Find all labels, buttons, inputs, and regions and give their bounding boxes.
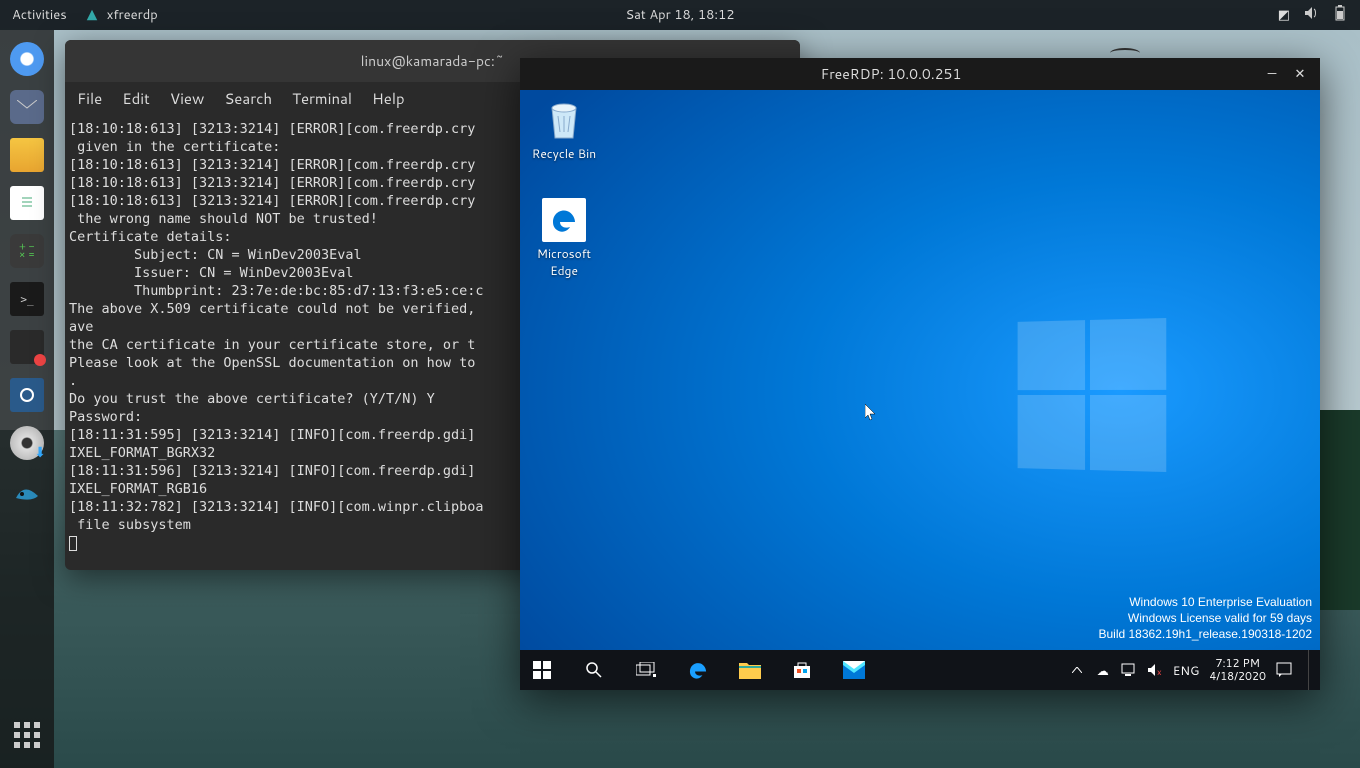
svg-text:x: x [1157, 665, 1162, 677]
dock-chromium-icon[interactable] [10, 42, 44, 76]
menu-file[interactable]: File [77, 88, 102, 109]
tray-onedrive-icon[interactable]: ☁ [1095, 662, 1111, 678]
accessibility-icon[interactable]: ◩ [1278, 6, 1290, 24]
app-menu[interactable]: xfreerdp [85, 6, 158, 24]
freerdp-titlebar[interactable]: FreeRDP: 10.0.0.251 — ✕ [520, 58, 1320, 90]
menu-search[interactable]: Search [224, 88, 272, 109]
recycle-bin-icon [542, 98, 586, 142]
dock-calculator-icon[interactable]: + −× = [10, 234, 44, 268]
topbar-clock[interactable]: Sat Apr 18, 18:12 [625, 6, 734, 24]
gnome-dock: + −× = >_ ⬇ [0, 30, 54, 768]
dock-settings-icon[interactable] [10, 330, 44, 364]
terminal-cursor [69, 536, 77, 551]
terminal-output: [18:10:18:613] [3213:3214] [ERROR][com.f… [69, 121, 484, 533]
taskbar-search-icon[interactable] [582, 658, 606, 682]
menu-terminal[interactable]: Terminal [292, 88, 352, 109]
desktop-recycle-bin[interactable]: Recycle Bin [526, 98, 602, 162]
menu-edit[interactable]: Edit [122, 88, 150, 109]
windows-logo-wallpaper [1018, 318, 1167, 472]
start-button[interactable] [530, 658, 554, 682]
edge-icon [542, 198, 586, 242]
volume-icon[interactable] [1304, 6, 1320, 25]
menu-view[interactable]: View [170, 88, 205, 109]
show-applications-button[interactable] [10, 718, 44, 752]
close-button[interactable]: ✕ [1290, 64, 1310, 84]
dock-screenshot-icon[interactable] [10, 378, 44, 412]
freerdp-window: FreeRDP: 10.0.0.251 — ✕ Recycle Bin Micr… [520, 58, 1320, 690]
windows-desktop[interactable]: Recycle Bin Microsoft Edge Windows 10 En… [520, 90, 1320, 690]
taskbar-mail-icon[interactable] [842, 658, 866, 682]
dock-files-icon[interactable] [10, 138, 44, 172]
minimize-button[interactable]: — [1262, 64, 1282, 84]
dock-shark-icon[interactable] [10, 474, 44, 508]
app-menu-label: xfreerdp [107, 6, 158, 24]
activities-button[interactable]: Activities [12, 6, 67, 24]
menu-help[interactable]: Help [372, 88, 405, 109]
tray-network-icon[interactable] [1121, 662, 1137, 678]
dock-disc-icon[interactable]: ⬇ [10, 426, 44, 460]
show-desktop-button[interactable] [1308, 650, 1314, 690]
terminal-title: linux@kamarada-pc:~ [361, 51, 505, 71]
battery-icon[interactable] [1334, 5, 1346, 26]
windows-taskbar: ☁ x ENG 7:12 PM 4/18/2020 [520, 650, 1320, 690]
dock-terminal-icon[interactable]: >_ [10, 282, 44, 316]
dock-document-icon[interactable] [10, 186, 44, 220]
action-center-icon[interactable] [1276, 662, 1292, 678]
freerdp-title: FreeRDP: 10.0.0.251 [520, 64, 1262, 84]
desktop-edge[interactable]: Microsoft Edge [526, 198, 602, 279]
freerdp-app-icon [85, 8, 99, 22]
tray-overflow-icon[interactable] [1069, 662, 1085, 678]
wallpaper-bird [1110, 48, 1140, 58]
taskbar-clock[interactable]: 7:12 PM 4/18/2020 [1209, 657, 1266, 683]
taskbar-store-icon[interactable] [790, 658, 814, 682]
tray-language[interactable]: ENG [1173, 662, 1200, 679]
gnome-topbar: Activities xfreerdp Sat Apr 18, 18:12 ◩ [0, 0, 1360, 30]
task-view-icon[interactable] [634, 658, 658, 682]
taskbar-edge-icon[interactable] [686, 658, 710, 682]
taskbar-explorer-icon[interactable] [738, 658, 762, 682]
tray-volume-icon[interactable]: x [1147, 662, 1163, 678]
recycle-bin-label: Recycle Bin [526, 145, 602, 162]
windows-watermark: Windows 10 Enterprise Evaluation Windows… [1098, 594, 1312, 642]
dock-mail-icon[interactable] [10, 90, 44, 124]
windows-cursor-icon [865, 404, 877, 422]
edge-label: Microsoft Edge [526, 245, 602, 279]
